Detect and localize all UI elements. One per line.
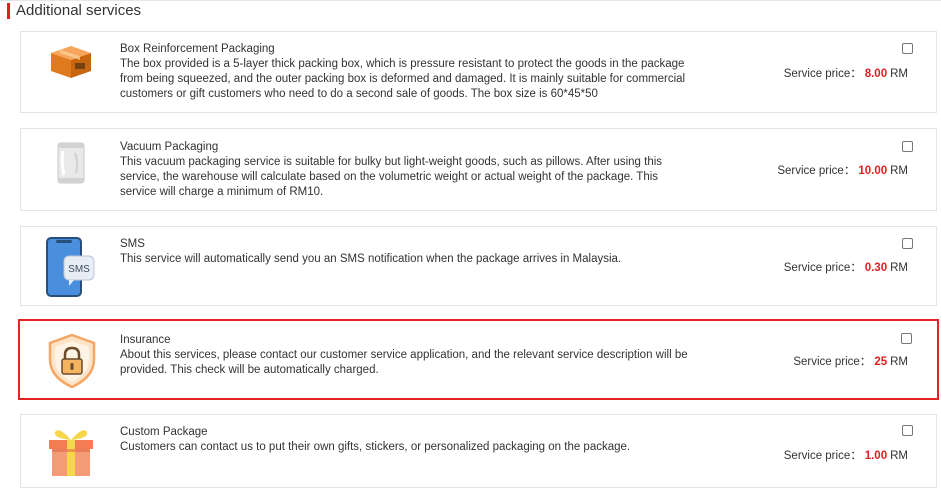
top-divider bbox=[0, 0, 941, 1]
service-description: Customers can contact us to put their ow… bbox=[120, 441, 631, 453]
service-checkbox[interactable] bbox=[902, 141, 913, 152]
sms-icon-text: SMS bbox=[68, 264, 90, 275]
service-price: Service price： 8.00 RM bbox=[784, 65, 908, 81]
service-description: About this services, please contact our … bbox=[120, 349, 688, 376]
service-price: Service price： 1.00 RM bbox=[784, 447, 908, 463]
price-label: Service price： bbox=[793, 356, 872, 368]
service-name: SMS bbox=[120, 238, 145, 250]
service-price: Service price： 25 RM bbox=[793, 353, 908, 369]
service-checkbox[interactable] bbox=[902, 43, 913, 54]
service-name: Box Reinforcement Packaging bbox=[120, 43, 275, 55]
box-icon bbox=[41, 44, 101, 80]
service-card-vacuum-packaging[interactable]: Vacuum Packaging This vacuum packaging s… bbox=[20, 128, 937, 211]
section-header: Additional services bbox=[7, 3, 141, 19]
gift-icon bbox=[41, 424, 101, 478]
service-checkbox[interactable] bbox=[902, 425, 913, 436]
price-amount: 10.00 bbox=[858, 165, 888, 177]
price-currency: RM bbox=[890, 356, 908, 368]
price-amount: 8.00 bbox=[864, 68, 888, 80]
service-description: The box provided is a 5-layer thick pack… bbox=[120, 58, 686, 100]
service-description: This service will automatically send you… bbox=[120, 253, 622, 265]
price-currency: RM bbox=[890, 165, 908, 177]
price-label: Service price： bbox=[783, 68, 862, 80]
service-name: Insurance bbox=[120, 334, 171, 346]
service-card-insurance[interactable]: Insurance About this services, please co… bbox=[18, 319, 939, 400]
service-description: This vacuum packaging service is suitabl… bbox=[120, 156, 663, 198]
price-currency: RM bbox=[890, 68, 908, 80]
section-title: Additional services bbox=[16, 2, 142, 19]
section-accent-bar bbox=[7, 3, 10, 19]
service-card-box-reinforcement[interactable]: Box Reinforcement Packaging The box prov… bbox=[20, 31, 937, 113]
service-card-custom-package[interactable]: Custom Package Customers can contact us … bbox=[20, 414, 937, 488]
service-price: Service price： 0.30 RM bbox=[784, 259, 908, 275]
service-checkbox[interactable] bbox=[902, 238, 913, 249]
price-currency: RM bbox=[890, 262, 908, 274]
price-amount: 1.00 bbox=[864, 450, 888, 462]
price-label: Service price： bbox=[783, 262, 862, 274]
service-name: Custom Package bbox=[120, 426, 208, 438]
shield-lock-icon bbox=[42, 333, 102, 389]
service-price: Service price： 10.00 RM bbox=[777, 162, 908, 178]
service-card-sms[interactable]: SMS SMS This service will automatically … bbox=[20, 226, 937, 306]
vacuum-bag-icon bbox=[41, 141, 101, 185]
price-label: Service price： bbox=[777, 165, 856, 177]
price-amount: 25 bbox=[874, 356, 888, 368]
price-currency: RM bbox=[890, 450, 908, 462]
price-amount: 0.30 bbox=[864, 262, 888, 274]
service-name: Vacuum Packaging bbox=[120, 141, 219, 153]
phone-sms-icon: SMS bbox=[41, 236, 101, 298]
price-label: Service price： bbox=[783, 450, 862, 462]
service-checkbox[interactable] bbox=[901, 333, 912, 344]
